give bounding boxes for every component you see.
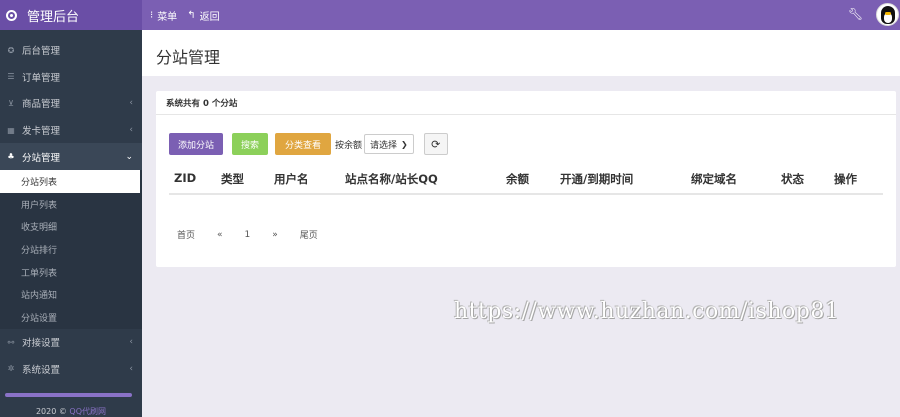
column-header-open-expire[interactable]: 开通/到期时间	[560, 171, 633, 187]
sidebar-item-integration[interactable]: ⚯ 对接设置 ‹	[0, 329, 142, 356]
shield-icon	[6, 9, 17, 21]
page-header: 分站管理	[142, 30, 900, 76]
submenu-item-ranking[interactable]: 分站排行	[0, 238, 142, 261]
submenu-item-transactions[interactable]: 收支明细	[0, 215, 142, 238]
column-header-balance[interactable]: 余额	[506, 171, 529, 187]
submenu-item-user-list[interactable]: 用户列表	[0, 193, 142, 216]
sidebar-item-label: 发卡管理	[22, 126, 61, 138]
menu-toggle-button[interactable]: ⁝ 菜单	[150, 8, 177, 23]
link-icon: ⚯	[7, 337, 15, 347]
column-header-site-name[interactable]: 站点名称/站长QQ	[345, 171, 438, 187]
chevron-left-icon: ‹	[129, 125, 133, 136]
pagination: 首页 « 1 » 尾页	[177, 228, 340, 242]
sidebar-item-label: 订单管理	[22, 72, 61, 84]
page-prev[interactable]: «	[217, 230, 223, 240]
page-last[interactable]: 尾页	[300, 228, 318, 241]
table-header: ZID 类型 用户名 站点名称/站长QQ 余额 开通/到期时间 绑定域名 状态 …	[169, 161, 883, 195]
sidebar-item-label: 后台管理	[22, 46, 61, 58]
chevron-down-icon: ⌄	[125, 151, 133, 162]
sidebar-item-products[interactable]: ⊻ 商品管理 ‹	[0, 90, 142, 117]
sort-label: 按余额	[335, 140, 363, 151]
refresh-icon: ⟳	[431, 137, 441, 151]
chevron-left-icon: ‹	[129, 337, 133, 348]
wrench-icon[interactable]: 🔧︎	[848, 7, 863, 21]
cart-icon: ⊻	[8, 98, 14, 108]
home-icon: ✪	[7, 45, 15, 55]
substation-panel: 系统共有 0 个分站 添加分站 搜索 分类查看 按余额 请选择 ❯ ⟳ ZID …	[156, 91, 896, 267]
column-header-status[interactable]: 状态	[781, 171, 804, 187]
column-header-actions[interactable]: 操作	[834, 171, 857, 187]
chevron-left-icon: ‹	[129, 98, 133, 109]
sidebar-item-label: 分站管理	[22, 152, 61, 164]
copyright-link[interactable]: QQ代刷网	[69, 407, 106, 416]
sitemap-icon: ♣	[7, 152, 15, 162]
sidebar-item-cards[interactable]: ▦ 发卡管理 ‹	[0, 117, 142, 144]
column-header-username[interactable]: 用户名	[274, 171, 309, 187]
bars-icon: ⁝	[150, 9, 154, 21]
copyright-year: 2020 ©	[35, 407, 67, 416]
search-button[interactable]: 搜索	[232, 133, 268, 155]
return-label: 返回	[199, 11, 220, 23]
copyright: 2020 © QQ代刷网	[0, 406, 142, 417]
brand-title: 管理后台	[27, 9, 80, 25]
submenu-item-substation-list[interactable]: 分站列表	[0, 169, 140, 193]
chevron-left-icon: ‹	[129, 363, 133, 374]
chevron-down-icon: ❯	[401, 139, 408, 149]
top-nav: ⁝ 菜单 ↰ 返回	[150, 0, 230, 30]
sidebar-scrollbar[interactable]	[5, 393, 132, 397]
toolbar: 添加分站 搜索 分类查看 按余额 请选择 ❯ ⟳	[169, 132, 448, 156]
column-header-type[interactable]: 类型	[221, 171, 244, 187]
return-button[interactable]: ↰ 返回	[187, 8, 219, 23]
sidebar-item-orders[interactable]: ☰ 订单管理	[0, 64, 142, 91]
return-icon: ↰	[187, 9, 196, 21]
brand[interactable]: 管理后台	[0, 0, 142, 30]
category-view-button[interactable]: 分类查看	[275, 133, 331, 155]
sidebar: ✪ 后台管理 ☰ 订单管理 ⊻ 商品管理 ‹ ▦ 发卡管理 ‹ ♣ 分站管理 ⌄…	[0, 30, 142, 417]
sidebar-item-label: 商品管理	[22, 99, 61, 111]
sort-select-value: 请选择	[370, 140, 398, 151]
refresh-button[interactable]: ⟳	[423, 133, 448, 155]
sidebar-item-substations[interactable]: ♣ 分站管理 ⌄	[0, 143, 142, 170]
submenu-item-tickets[interactable]: 工单列表	[0, 261, 142, 284]
column-header-domain[interactable]: 绑定域名	[691, 171, 737, 187]
sidebar-item-label: 系统设置	[22, 364, 61, 376]
submenu-item-notices[interactable]: 站内通知	[0, 283, 142, 306]
panel-summary: 系统共有 0 个分站	[156, 91, 896, 115]
watermark: https://www.huzhan.com/ishop81	[454, 299, 840, 324]
submenu-item-settings[interactable]: 分站设置	[0, 306, 142, 329]
menu-toggle-label: 菜单	[157, 11, 178, 23]
add-substation-button[interactable]: 添加分站	[169, 133, 223, 155]
list-icon: ☰	[7, 72, 15, 82]
page-number[interactable]: 1	[245, 230, 251, 240]
cog-icon: ✲	[7, 364, 15, 374]
page-next[interactable]: »	[272, 230, 278, 240]
submenu-substations: 分站列表 用户列表 收支明细 分站排行 工单列表 站内通知 分站设置	[0, 169, 142, 329]
column-header-zid[interactable]: ZID	[174, 171, 196, 185]
top-bar: 管理后台 ⁝ 菜单 ↰ 返回 🔧︎	[0, 0, 900, 30]
page-title: 分站管理	[156, 48, 221, 67]
sort-select[interactable]: 请选择 ❯	[364, 134, 414, 154]
sidebar-item-dashboard[interactable]: ✪ 后台管理	[0, 37, 142, 64]
avatar[interactable]	[876, 3, 899, 26]
sidebar-item-system[interactable]: ✲ 系统设置 ‹	[0, 355, 142, 382]
grid-icon: ▦	[7, 125, 15, 135]
sidebar-item-label: 对接设置	[22, 338, 61, 350]
avatar-beak	[885, 12, 891, 15]
page-first[interactable]: 首页	[177, 228, 195, 241]
